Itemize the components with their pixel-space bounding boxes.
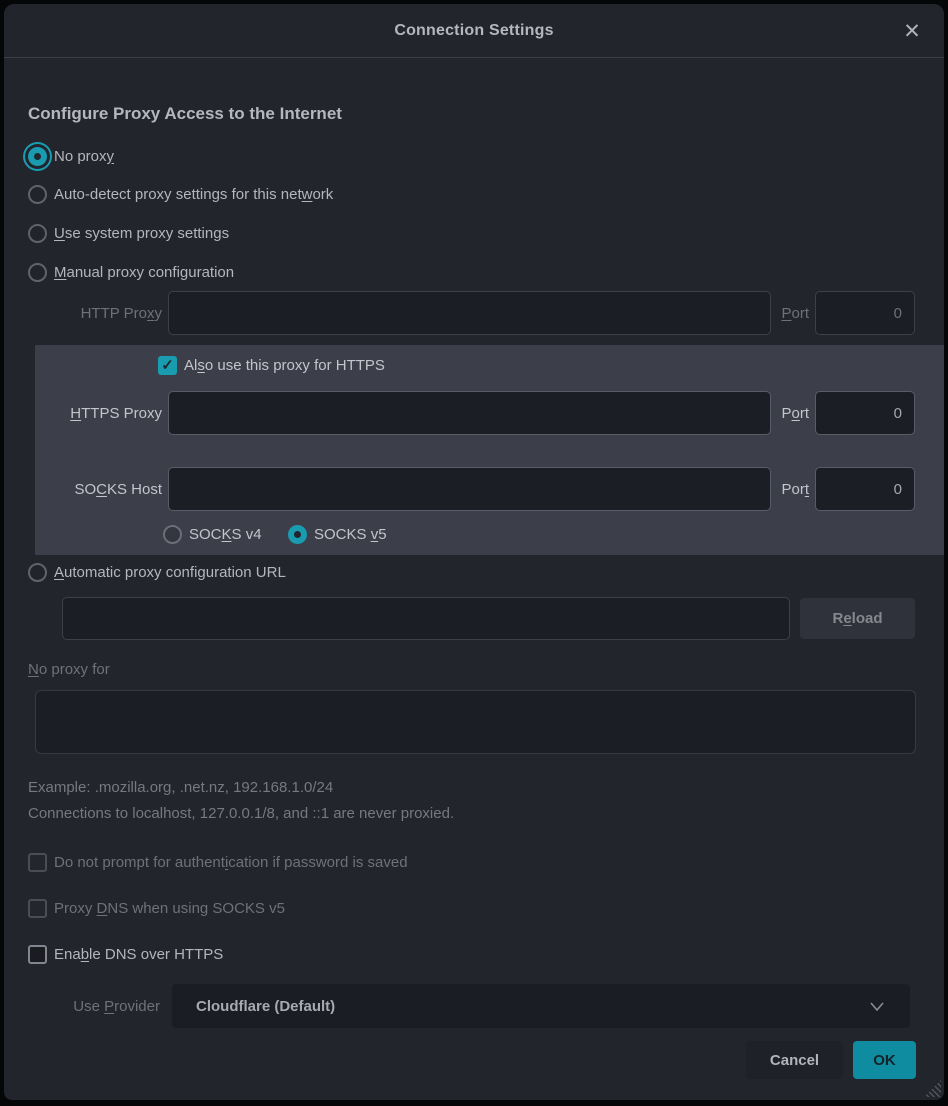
reload-button[interactable]: Reload: [800, 598, 915, 639]
radio-icon: [288, 525, 307, 544]
checkbox-no-prompt-auth[interactable]: Do not prompt for authentication if pass…: [28, 849, 408, 875]
radio-no-proxy[interactable]: No proxy: [28, 143, 114, 169]
checkbox-icon: ✓: [158, 356, 177, 375]
radio-auto-config-url-label: Automatic proxy configuration URL: [54, 564, 286, 581]
radio-no-proxy-label: No proxy: [54, 148, 114, 165]
resize-grip[interactable]: [924, 1080, 941, 1097]
radio-socks-v4[interactable]: SOCKS v4: [163, 521, 262, 547]
socks-port-label: Port: [781, 481, 809, 498]
http-proxy-input[interactable]: [168, 291, 771, 335]
radio-auto-detect[interactable]: Auto-detect proxy settings for this netw…: [28, 181, 333, 207]
checkmark-icon: ✓: [161, 358, 174, 373]
radio-auto-config-url[interactable]: Automatic proxy configuration URL: [28, 559, 286, 585]
use-provider-label: Use Provider: [4, 998, 160, 1015]
titlebar: Connection Settings ✕: [4, 4, 944, 58]
socks-host-row: SOCKS Host Port: [4, 467, 915, 511]
radio-icon: [163, 525, 182, 544]
https-port-input[interactable]: [815, 391, 915, 435]
provider-selected-value: Cloudflare (Default): [196, 998, 870, 1015]
http-proxy-label: HTTP Proxy: [4, 305, 162, 322]
radio-auto-detect-label: Auto-detect proxy settings for this netw…: [54, 186, 333, 203]
https-proxy-input[interactable]: [168, 391, 771, 435]
close-icon[interactable]: ✕: [898, 17, 926, 45]
checkbox-proxy-dns-socks5[interactable]: Proxy DNS when using SOCKS v5: [28, 895, 285, 921]
radio-socks-v5[interactable]: SOCKS v5: [288, 521, 387, 547]
no-proxy-for-label: No proxy for: [28, 661, 110, 678]
checkbox-icon: [28, 899, 47, 918]
no-proxy-example-text: Example: .mozilla.org, .net.nz, 192.168.…: [28, 779, 333, 796]
checkbox-icon: [28, 853, 47, 872]
dialog-title: Connection Settings: [4, 4, 944, 57]
no-proxy-note-text: Connections to localhost, 127.0.0.1/8, a…: [28, 805, 454, 822]
no-proxy-for-textarea[interactable]: [35, 690, 916, 754]
socks-port-input[interactable]: [815, 467, 915, 511]
radio-icon: [28, 563, 47, 582]
connection-settings-dialog: Connection Settings ✕ Configure Proxy Ac…: [4, 4, 944, 1100]
also-use-https-label: Also use this proxy for HTTPS: [184, 357, 385, 374]
radio-manual-proxy[interactable]: Manual proxy configuration: [28, 259, 234, 285]
socks-host-label: SOCKS Host: [4, 481, 162, 498]
page-title: Configure Proxy Access to the Internet: [28, 104, 342, 124]
enable-doh-label: Enable DNS over HTTPS: [54, 946, 223, 963]
auto-config-url-input[interactable]: [62, 597, 790, 640]
radio-icon: [28, 185, 47, 204]
radio-socks-v4-label: SOCKS v4: [189, 526, 262, 543]
radio-socks-v5-label: SOCKS v5: [314, 526, 387, 543]
radio-system-proxy[interactable]: Use system proxy settings: [28, 220, 229, 246]
radio-icon: [28, 263, 47, 282]
checkbox-icon: [28, 945, 47, 964]
http-proxy-row: HTTP Proxy Port: [4, 291, 915, 335]
provider-row: Use Provider Cloudflare (Default): [4, 984, 910, 1028]
ok-button[interactable]: OK: [853, 1041, 916, 1079]
radio-manual-proxy-label: Manual proxy configuration: [54, 264, 234, 281]
radio-icon: [28, 147, 47, 166]
checkbox-also-use-https[interactable]: ✓ Also use this proxy for HTTPS: [158, 352, 385, 378]
radio-icon: [28, 224, 47, 243]
checkbox-enable-doh[interactable]: Enable DNS over HTTPS: [28, 941, 223, 967]
proxy-dns-socks5-label: Proxy DNS when using SOCKS v5: [54, 900, 285, 917]
http-port-input[interactable]: [815, 291, 915, 335]
radio-system-proxy-label: Use system proxy settings: [54, 225, 229, 242]
provider-select[interactable]: Cloudflare (Default): [172, 984, 910, 1028]
https-proxy-label: HTTPS Proxy: [4, 405, 162, 422]
no-prompt-auth-label: Do not prompt for authentication if pass…: [54, 854, 408, 871]
https-port-label: Port: [781, 405, 809, 422]
http-port-label: Port: [781, 305, 809, 322]
https-proxy-row: HTTPS Proxy Port: [4, 391, 915, 435]
cancel-button[interactable]: Cancel: [746, 1041, 843, 1079]
socks-host-input[interactable]: [168, 467, 771, 511]
chevron-down-icon: [870, 1002, 884, 1011]
